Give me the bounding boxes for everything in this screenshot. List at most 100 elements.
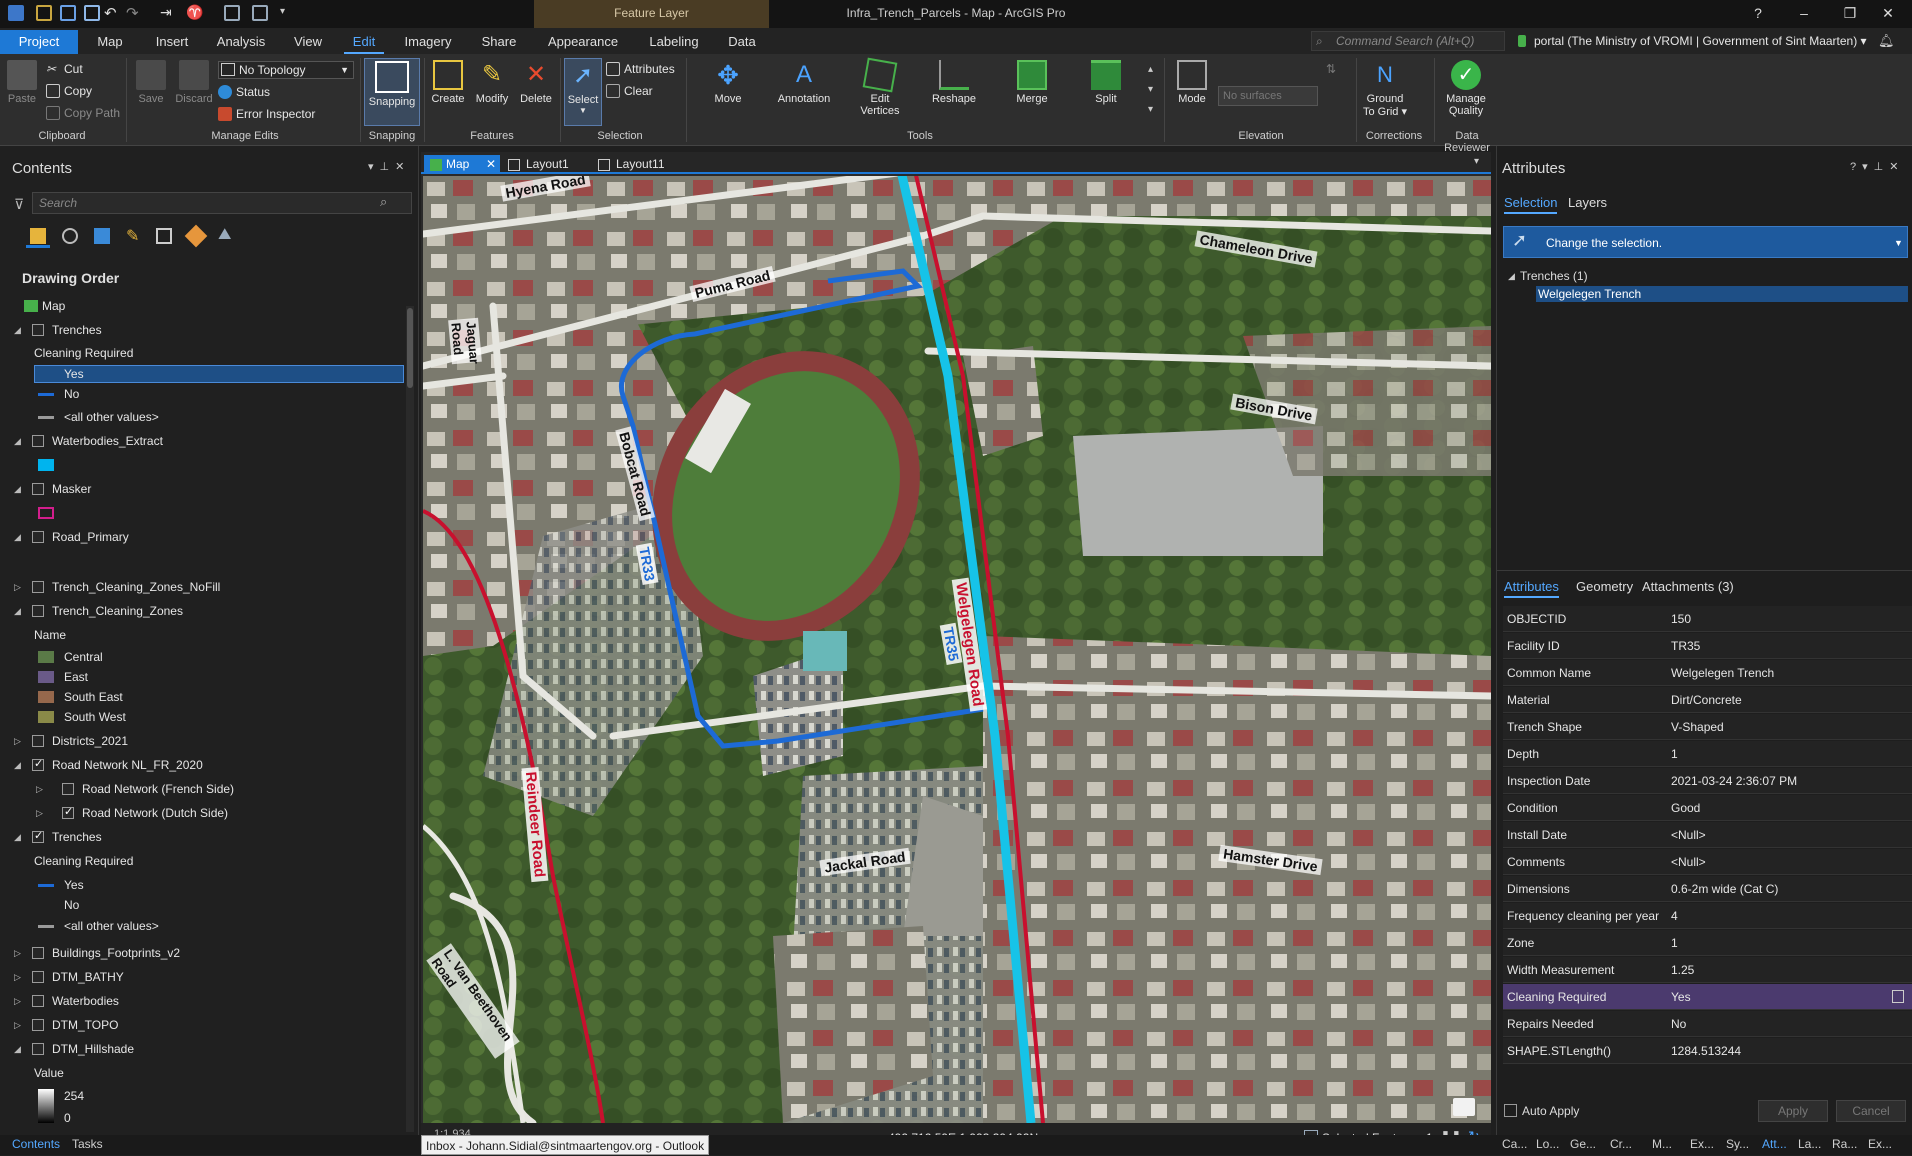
layer-visibility-checkbox[interactable] [32,605,44,617]
toc-expander-icon[interactable]: ▷ [36,784,43,795]
contents-search-input[interactable]: Search [32,192,412,214]
tab-edit[interactable]: Edit [344,30,384,54]
toc-layer-item[interactable]: Road Network NL_FR_2020 [52,756,203,774]
tab-appearance[interactable]: Appearance [540,30,626,54]
list-by-editing-icon[interactable]: ✎ [126,226,139,246]
list-by-perspective-icon[interactable]: ⛰ [218,226,231,244]
list-by-snapping-icon[interactable] [156,228,172,244]
help-button[interactable]: ? [1746,3,1770,23]
attribute-field-value[interactable]: 150 [1671,606,1691,632]
layer-visibility-checkbox[interactable] [32,995,44,1007]
attribute-row[interactable]: SHAPE.STLength() 1284.513244 [1503,1038,1912,1064]
restore-button[interactable]: ❐ [1838,3,1862,23]
minimize-button[interactable]: – [1792,3,1816,23]
ground-to-grid-button[interactable]: N Ground To Grid ▾ [1360,60,1410,118]
surfaces-input[interactable]: No surfaces [1218,86,1318,106]
attribute-field-value[interactable]: <Null> [1671,849,1706,875]
attribute-field-value[interactable]: V-Shaped [1671,714,1724,740]
create-button[interactable]: Create [428,60,468,105]
layer-visibility-checkbox[interactable] [32,581,44,593]
attribute-row[interactable]: Common Name Welgelegen Trench [1503,660,1912,686]
selection-layer-node[interactable]: Trenches (1) [1520,269,1588,283]
toc-layer-item[interactable]: DTM_BATHY [52,968,124,986]
attribute-row[interactable]: OBJECTID 150 [1503,606,1912,632]
layer-visibility-checkbox[interactable] [32,829,44,843]
attribute-row[interactable]: Depth 1 [1503,741,1912,767]
save-project-icon[interactable] [60,5,76,21]
toc-fill-label[interactable]: Central [64,648,103,666]
bottom-tab-tasks[interactable]: Tasks [72,1137,103,1151]
attribute-field-value[interactable]: <Null> [1671,822,1706,848]
toc-expander-icon[interactable]: ▷ [14,996,21,1007]
pane-bottom-tab[interactable]: Ex... [1868,1137,1892,1151]
attribute-row[interactable]: Facility ID TR35 [1503,633,1912,659]
attribute-field-value[interactable]: 1284.513244 [1671,1038,1741,1064]
redo-icon[interactable]: ↷ [126,4,139,22]
attribute-row[interactable]: Repairs Needed No [1503,1011,1912,1037]
find-icon[interactable]: ♈ [186,4,203,21]
status-button[interactable]: Status [218,83,270,101]
toc-legend-label[interactable]: No [64,896,79,914]
paste-button[interactable]: Paste [4,60,40,105]
toc-ramp-end-label[interactable]: 0 [64,1109,71,1127]
toc-layer-item[interactable]: DTM_Hillshade [52,1040,134,1058]
attribute-row[interactable]: Comments <Null> [1503,849,1912,875]
apply-button[interactable]: Apply [1758,1100,1828,1122]
pane-bottom-tab[interactable]: Sy... [1726,1137,1749,1151]
toc-expander-icon[interactable]: ▷ [14,948,21,959]
toc-layer-item[interactable]: Trench_Cleaning_Zones [52,602,183,620]
attributes-tab-layers[interactable]: Layers [1568,195,1607,210]
toc-expander-icon[interactable]: ◢ [14,832,21,843]
snapping-button[interactable]: Snapping [364,58,420,126]
attribute-row[interactable]: Zone 1 [1503,930,1912,956]
merge-button[interactable]: Merge [1002,60,1062,105]
layer-visibility-checkbox[interactable] [32,735,44,747]
attributes-tab-selection[interactable]: Selection [1504,195,1558,214]
toc-layer-item[interactable]: Masker [52,480,91,498]
toc-fill-label[interactable]: East [64,668,88,686]
reshape-button[interactable]: Reshape [924,60,984,105]
toc-expander-icon[interactable]: ◢ [14,436,21,447]
tab-map[interactable]: Map [88,30,132,54]
toc-expander-icon[interactable]: ◢ [14,760,21,771]
pane-bottom-tab[interactable]: La... [1798,1137,1821,1151]
discard-edits-button[interactable]: Discard [172,60,216,105]
toc-layer-item[interactable]: Trenches [52,828,102,846]
toc-expander-icon[interactable]: ▷ [14,1020,21,1031]
toc-expander-icon[interactable]: ▷ [36,808,43,819]
toc-layer-item[interactable]: Road Network (Dutch Side) [82,804,228,822]
subtab-attachments[interactable]: Attachments (3) [1642,579,1734,594]
elevation-settings-icon[interactable]: ⇅ [1326,62,1336,76]
bottom-tab-contents[interactable]: Contents [12,1137,60,1151]
tab-insert[interactable]: Insert [146,30,198,54]
tab-analysis[interactable]: Analysis [210,30,272,54]
portal-signin[interactable]: portal (The Ministry of VROMI | Governme… [1518,31,1878,51]
undo-icon[interactable]: ↶ [104,4,117,22]
cut-button[interactable]: ✂ Cut [46,60,83,78]
attribute-field-value[interactable]: TR35 [1671,633,1700,659]
attribute-field-value[interactable]: Dirt/Concrete [1671,687,1742,713]
toc-layer-item[interactable]: DTM_TOPO [52,1016,118,1034]
pane-bottom-tab[interactable]: Ex... [1690,1137,1714,1151]
selection-feature-node[interactable]: Welgelegen Trench [1538,287,1641,301]
layer-visibility-checkbox[interactable] [32,1043,44,1055]
layer-visibility-checkbox[interactable] [32,531,44,543]
toc-legend-label[interactable]: Yes [64,876,84,894]
toc-layer-item[interactable]: Road Network (French Side) [82,780,234,798]
split-button[interactable]: Split [1078,60,1134,105]
attribute-row[interactable]: Cleaning Required Yes [1503,984,1912,1010]
tab-list-dropdown-icon[interactable]: ▾ [1474,156,1479,167]
toc-legend-label[interactable]: No [64,385,79,403]
topology-dropdown[interactable]: No Topology ▼ [218,61,354,79]
map-notes-icon[interactable] [1453,1098,1475,1116]
toc-layer-item[interactable]: Districts_2021 [52,732,128,750]
layer-visibility-checkbox[interactable] [32,971,44,983]
layer-visibility-checkbox[interactable] [32,435,44,447]
contents-search-icon[interactable]: ⌕ [380,194,387,210]
attribute-row[interactable]: Install Date <Null> [1503,822,1912,848]
attribute-field-value[interactable]: 1 [1671,741,1678,767]
list-by-source-icon[interactable] [62,228,78,244]
attribute-field-value[interactable]: 1 [1671,930,1678,956]
attribute-field-value[interactable]: Welgelegen Trench [1671,660,1774,686]
toc-expander-icon[interactable]: ▷ [14,736,21,747]
